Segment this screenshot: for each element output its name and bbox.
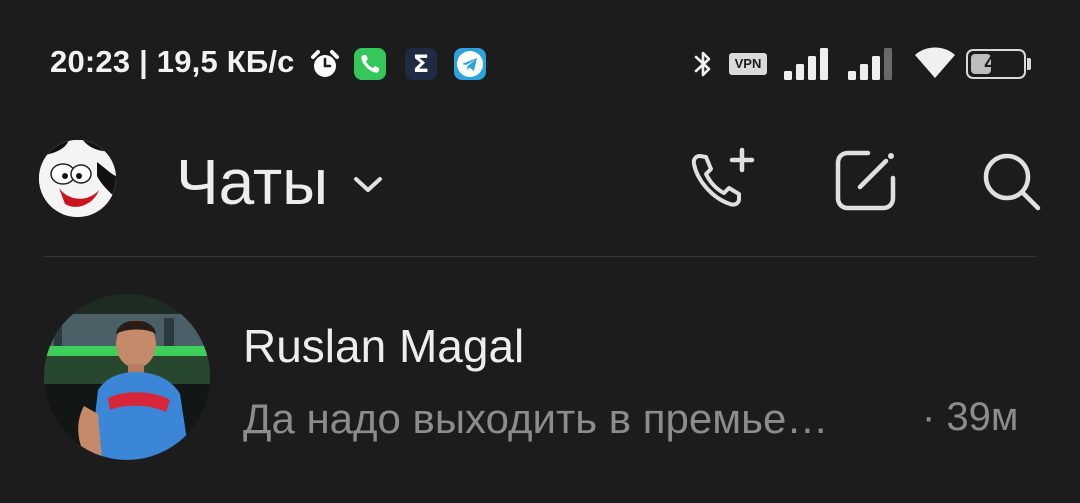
status-bar: 20:23 | 19,5 КБ/с Σ VPN 40 [0, 0, 1080, 130]
telegram-app-icon [454, 48, 486, 80]
search-icon [983, 153, 1041, 211]
alarm-icon [311, 50, 339, 77]
chat-time: · 39м [922, 395, 1019, 439]
search-button[interactable] [974, 144, 1046, 216]
battery-icon: 40 [966, 49, 1031, 79]
chat-list: Ruslan Magal Да надо выходить в премье… … [0, 257, 1080, 462]
chevron-down-icon [354, 177, 383, 192]
wifi-icon [915, 47, 955, 78]
new-call-button[interactable] [686, 144, 758, 216]
avatar [44, 294, 210, 460]
compose-icon [835, 150, 896, 211]
signal-icon [848, 48, 892, 80]
app-header: Чаты [0, 130, 1080, 256]
vpn-badge: VPN [729, 53, 767, 75]
new-chat-button[interactable] [830, 144, 902, 216]
battery-level: 40 [984, 52, 1008, 75]
avatar[interactable] [39, 140, 116, 217]
battery-tip [1027, 58, 1031, 70]
page-title: Чаты [176, 146, 329, 218]
status-time-speed: 20:23 | 19,5 КБ/с [50, 44, 295, 79]
chat-list-item[interactable]: Ruslan Magal Да надо выходить в премье… … [0, 257, 1080, 462]
signal-icon [784, 48, 828, 80]
chat-preview: Да надо выходить в премье… [243, 395, 829, 442]
sigma-app-icon: Σ [405, 48, 437, 80]
bluetooth-icon [694, 51, 711, 77]
chat-name: Ruslan Magal [243, 320, 525, 372]
chats-title-dropdown[interactable]: Чаты [176, 142, 386, 222]
new-call-icon [691, 147, 755, 207]
chats-screen: 20:23 | 19,5 КБ/с Σ VPN 40 Чаты Ruslan M… [0, 0, 1080, 503]
phone-app-icon [354, 48, 386, 80]
